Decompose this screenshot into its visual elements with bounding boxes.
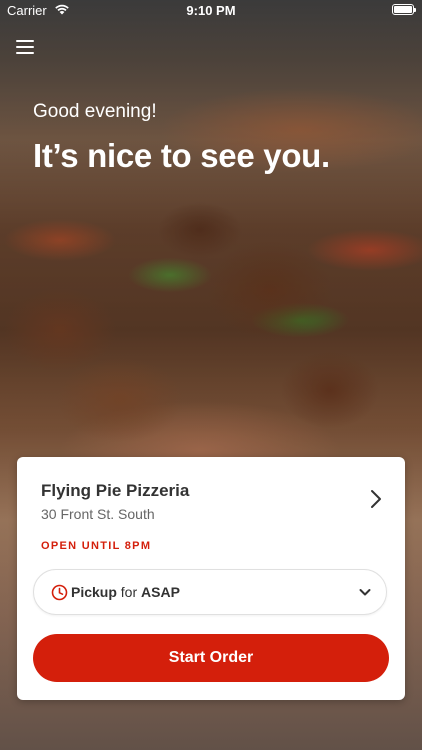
menu-icon[interactable] [16, 40, 34, 56]
store-name: Flying Pie Pizzeria [41, 481, 190, 500]
clock-icon [51, 584, 68, 601]
headline: It’s nice to see you. [33, 137, 330, 174]
store-card: Flying Pie Pizzeria 30 Front St. South O… [17, 457, 405, 700]
store-address: 30 Front St. South [41, 506, 155, 522]
order-mode-label: Pickup for ASAP [71, 584, 180, 600]
chevron-right-icon [371, 490, 381, 508]
order-mode-connector: for [120, 584, 138, 600]
order-mode-type: Pickup [71, 584, 117, 600]
status-bar: Carrier 9:10 PM [0, 0, 422, 22]
chevron-down-icon [359, 589, 371, 596]
greeting-text: Good evening! [33, 101, 157, 122]
open-status: OPEN UNTIL 8PM [41, 540, 152, 552]
battery-icon [392, 4, 416, 15]
status-time: 9:10 PM [186, 3, 236, 18]
start-order-button[interactable]: Start Order [33, 634, 389, 682]
order-mode-selector[interactable]: Pickup for ASAP [33, 569, 387, 615]
store-details-row[interactable]: Flying Pie Pizzeria 30 Front St. South [17, 457, 405, 537]
order-mode-time: ASAP [141, 584, 180, 600]
